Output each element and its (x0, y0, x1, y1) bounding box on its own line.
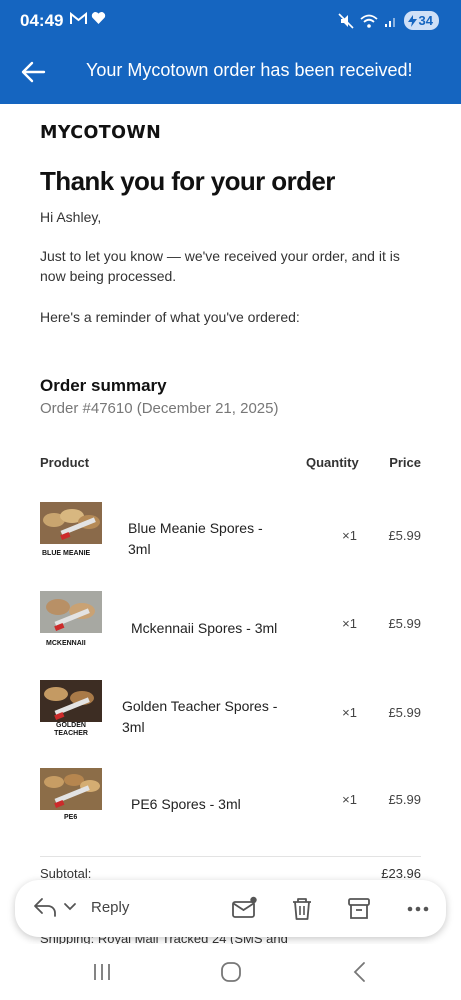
product-name[interactable]: Mckennaii Spores - 3ml (131, 618, 277, 639)
product-name[interactable]: PE6 Spores - 3ml (131, 794, 241, 815)
battery-level: 34 (418, 13, 433, 28)
delete-icon[interactable] (289, 896, 315, 922)
product-name[interactable]: Blue Meanie Spores - 3ml (128, 518, 278, 560)
battery-indicator: 34 (403, 11, 439, 30)
email-subject: Your Mycotown order has been received! (86, 60, 413, 80)
battery-charging-icon (407, 14, 417, 27)
column-header-product: Product (40, 455, 90, 470)
product-quantity: ×1 (342, 616, 357, 631)
heart-icon (91, 12, 106, 24)
product-quantity: ×1 (342, 792, 357, 807)
system-nav-bar (0, 944, 461, 1000)
greeting: Hi Ashley, (40, 209, 102, 225)
product-price: £5.99 (388, 528, 421, 543)
mute-icon (337, 12, 354, 29)
reply-button[interactable]: Reply (33, 896, 129, 918)
brand-logo: MYCOTOWN (40, 123, 161, 142)
product-price: £5.99 (388, 705, 421, 720)
reminder-text: Here's a reminder of what you've ordered… (40, 309, 300, 325)
recents-icon[interactable] (90, 960, 114, 984)
order-item-row: GOLDEN TEACHER Golden Teacher Spores - 3… (40, 677, 421, 747)
product-quantity: ×1 (342, 528, 357, 543)
thumbnail-label: MCKENNAII (46, 640, 86, 647)
chevron-down-icon[interactable] (63, 902, 77, 912)
product-price: £5.99 (388, 616, 421, 631)
product-quantity: ×1 (342, 705, 357, 720)
notification-icons (70, 11, 106, 25)
divider (40, 856, 421, 857)
order-summary-title: Order summary (40, 376, 167, 395)
gmail-icon (70, 11, 87, 24)
column-header-quantity: Quantity (306, 455, 359, 470)
app-bar: Your Mycotown order has been received! (0, 40, 461, 104)
back-icon[interactable] (348, 960, 372, 984)
product-name[interactable]: Golden Teacher Spores - 3ml (122, 696, 282, 738)
wifi-icon (359, 14, 378, 28)
archive-icon[interactable] (346, 896, 372, 922)
signal-icon (384, 17, 395, 27)
order-item-row: BLUE MEANIE Blue Meanie Spores - 3ml ×1 … (40, 499, 421, 569)
order-item-row: MCKENNAII Mckennaii Spores - 3ml ×1 £5.9… (40, 588, 421, 658)
order-item-row: PE6 PE6 Spores - 3ml ×1 £5.99 (40, 766, 421, 836)
thumbnail-label: GOLDEN TEACHER (54, 722, 88, 737)
reply-icon[interactable] (33, 896, 57, 918)
order-number: Order #47610 (December 21, 2025) (40, 400, 279, 417)
subtotal-label: Subtotal: (40, 866, 92, 881)
thumbnail-label: BLUE MEANIE (42, 550, 91, 557)
mark-unread-icon[interactable] (231, 896, 257, 922)
product-price: £5.99 (388, 792, 421, 807)
thumbnail-label: PE6 (64, 814, 78, 821)
svg-text:MYCOTOWN: MYCOTOWN (40, 123, 161, 142)
status-bar: 04:49 34 (0, 0, 461, 40)
body-text: Just to let you know — we've received yo… (40, 248, 400, 284)
reply-label[interactable]: Reply (91, 899, 129, 916)
back-arrow-icon[interactable] (18, 57, 48, 87)
system-icons: 34 (337, 11, 439, 30)
subtotal-value: £23.96 (381, 866, 421, 881)
home-icon[interactable] (219, 960, 243, 984)
page-title: Thank you for your order (40, 166, 335, 196)
status-time: 04:49 (20, 11, 64, 30)
column-header-price: Price (389, 455, 421, 470)
email-action-bar: Reply (15, 880, 446, 937)
more-icon[interactable] (405, 896, 431, 922)
